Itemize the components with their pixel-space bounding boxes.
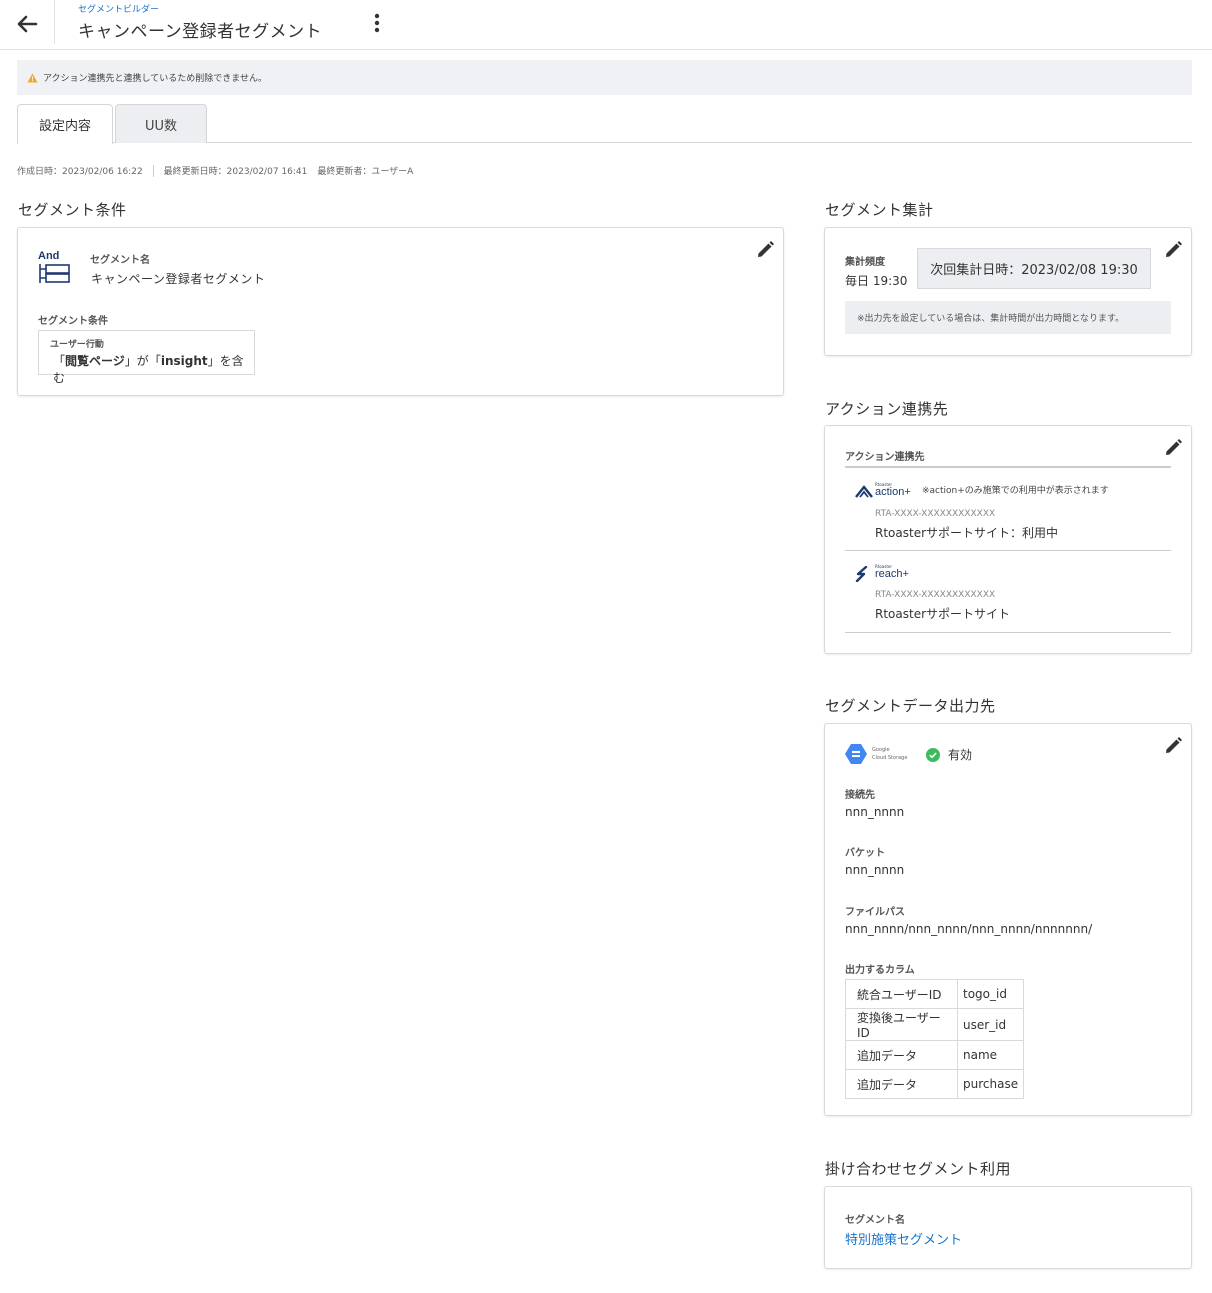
bucket-value: nnn_nnnn (845, 863, 905, 877)
frequency-label: 集計頻度 (845, 257, 885, 268)
condition-type: ユーザー行動 (50, 340, 104, 350)
action-item: Rtoaster action+ ※action+のみ施策での利用中が表示されま… (845, 470, 1171, 551)
warning-icon (27, 73, 38, 82)
action-rta-id: RTA-XXXX-XXXXXXXXXXXX (875, 509, 996, 519)
connection-label: 接続先 (845, 790, 875, 801)
bucket-label: バケット (845, 848, 885, 859)
actions-title: アクション連携先 (825, 400, 949, 418)
action-site: Rtoasterサポートサイト (875, 607, 1011, 621)
combined-card: セグメント名 特別施策セグメント (824, 1186, 1192, 1269)
next-run-box: 次回集計日時：2023/02/08 19:30 (917, 248, 1151, 289)
alert-banner: アクション連携先と連携しているため削除できません。 (17, 60, 1192, 95)
table-row: 統合ユーザーID togo_id (845, 979, 1025, 1009)
action-site: Rtoasterサポートサイト：利用中 (875, 526, 1059, 540)
connection-value: nnn_nnnn (845, 805, 905, 819)
action-rta-id: RTA-XXXX-XXXXXXXXXXXX (875, 590, 996, 600)
edit-actions-pencil-icon[interactable] (1162, 437, 1184, 459)
aggregation-title: セグメント集計 (825, 201, 934, 219)
condition-text: 「閲覧ページ」が「insight」を含む (53, 354, 244, 385)
file-path-value: nnn_nnnn/nnn_nnnn/nnn_nnnn/nnnnnnn/ (845, 922, 1093, 936)
page-title: キャンペーン登録者セグメント (78, 22, 323, 42)
back-arrow-icon[interactable] (12, 9, 42, 39)
table-row: 追加データ purchase (845, 1069, 1025, 1099)
actions-card: アクション連携先 Rtoaster action+ ※action+のみ施策での… (824, 425, 1192, 654)
tab-uu-count[interactable]: UU数 (115, 104, 207, 143)
status-text: 有効 (948, 748, 973, 762)
action-note: ※action+のみ施策での利用中が表示されます (922, 486, 1109, 496)
tab-settings[interactable]: 設定内容 (17, 104, 113, 144)
meta-info: 作成日時：2023/02/06 16:22 最終更新日時：2023/02/07 … (17, 164, 413, 177)
conditions-label: セグメント条件 (38, 316, 108, 327)
updated-by: 最終更新者：ユーザーA (317, 167, 414, 177)
check-circle-icon (926, 747, 940, 762)
segment-name-value: キャンペーン登録者セグメント (91, 272, 266, 286)
file-path-label: ファイルパス (845, 907, 905, 918)
aggregation-note: ※出力先を設定している場合は、集計時間が出力時間となります。 (845, 301, 1171, 334)
table-row: 追加データ name (845, 1040, 1025, 1070)
segment-conditions-title: セグメント条件 (18, 201, 127, 219)
header-divider (54, 0, 55, 44)
breadcrumb[interactable]: セグメントビルダー (78, 2, 159, 15)
table-row: 変換後ユーザーID user_id (845, 1008, 1025, 1041)
cloud-storage-icon (845, 744, 867, 764)
actions-head-label: アクション連携先 (845, 448, 1171, 468)
cloud-storage-label: Google Cloud Storage (872, 747, 908, 761)
edit-aggregation-pencil-icon[interactable] (1162, 239, 1184, 261)
reach-plus-logo: Rtoaster reach+ (855, 564, 915, 584)
and-logic-icon: And (38, 250, 72, 290)
aggregation-card: 集計頻度 毎日 19:30 次回集計日時：2023/02/08 19:30 ※出… (824, 227, 1192, 356)
frequency-value: 毎日 19:30 (845, 274, 908, 288)
output-title: セグメントデータ出力先 (825, 697, 996, 715)
condition-item: ユーザー行動 「閲覧ページ」が「insight」を含む (38, 330, 255, 385)
action-item: Rtoaster reach+ RTA-XXXX-XXXXXXXXXXXX Rt… (845, 552, 1171, 633)
alert-message: アクション連携先と連携しているため削除できません。 (43, 74, 268, 84)
output-columns-table: 統合ユーザーID togo_id 変換後ユーザーID user_id 追加データ na… (845, 979, 1025, 1099)
updated-at: 最終更新日時：2023/02/07 16:41 (163, 167, 308, 177)
segment-name-label: セグメント名 (90, 255, 150, 266)
app-header: セグメントビルダー キャンペーン登録者セグメント (0, 0, 1212, 50)
created-at: 作成日時：2023/02/06 16:22 (17, 167, 143, 177)
edit-output-pencil-icon[interactable] (1162, 735, 1184, 757)
tab-bar: 設定内容 UU数 (17, 104, 1192, 144)
more-vert-icon[interactable] (367, 11, 387, 35)
output-card: Google Cloud Storage 有効 接続先 nnn_nnnn バケッ… (824, 723, 1192, 1116)
combined-name-label: セグメント名 (845, 1215, 905, 1226)
combined-segment-link[interactable]: 特別施策セグメント (845, 1229, 962, 1248)
combined-title: 掛け合わせセグメント利用 (825, 1160, 1012, 1178)
columns-label: 出力するカラム (845, 965, 915, 976)
edit-conditions-pencil-icon[interactable] (754, 239, 776, 261)
segment-conditions-card: And セグメント名 キャンペーン登録者セグメント セグメント条件 ユーザー行動… (17, 227, 784, 396)
action-plus-logo: Rtoaster action+ (855, 482, 915, 502)
meta-divider (152, 164, 154, 177)
